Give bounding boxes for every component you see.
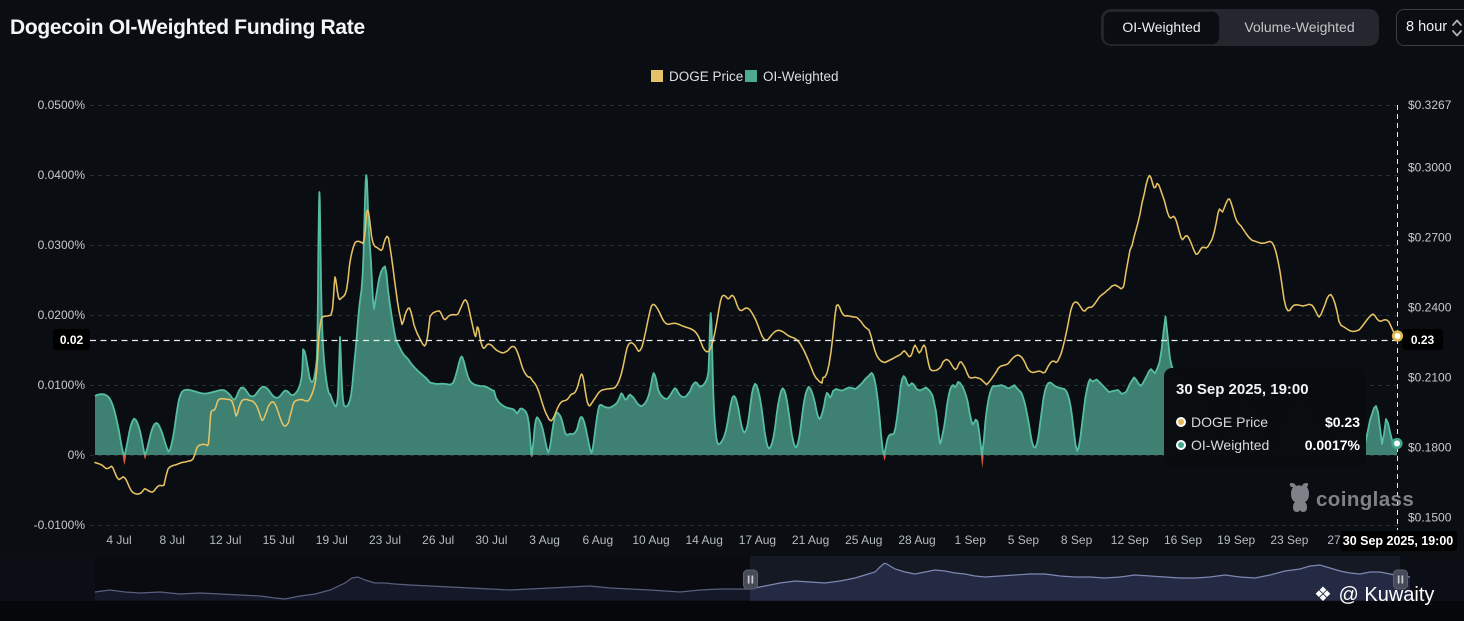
svg-text:19 Sep: 19 Sep [1217,533,1255,547]
svg-text:12 Sep: 12 Sep [1111,533,1149,547]
svg-text:15 Jul: 15 Jul [263,533,295,547]
svg-text:$0.2700: $0.2700 [1408,231,1452,245]
svg-text:$0.3267: $0.3267 [1408,98,1452,112]
svg-text:$0.2100: $0.2100 [1408,371,1452,385]
svg-text:0.0100%: 0.0100% [38,378,86,392]
svg-text:0.0200%: 0.0200% [38,308,86,322]
svg-text:30 Jul: 30 Jul [475,533,507,547]
svg-text:26 Jul: 26 Jul [422,533,454,547]
svg-text:1 Sep: 1 Sep [955,533,987,547]
svg-text:17 Aug: 17 Aug [739,533,776,547]
svg-text:27: 27 [1327,533,1341,547]
svg-text:coinglass: coinglass [1316,488,1414,511]
svg-text:0.02: 0.02 [60,333,84,347]
svg-text:0.0400%: 0.0400% [38,168,86,182]
svg-text:28 Aug: 28 Aug [898,533,935,547]
svg-text:4 Jul: 4 Jul [106,533,131,547]
svg-text:0.23: 0.23 [1411,333,1435,347]
svg-text:-0.0100%: -0.0100% [34,518,86,532]
svg-text:10 Aug: 10 Aug [632,533,669,547]
svg-text:21 Aug: 21 Aug [792,533,829,547]
svg-text:30 Sep 2025, 19:00: 30 Sep 2025, 19:00 [1343,534,1454,548]
svg-text:5 Sep: 5 Sep [1008,533,1040,547]
svg-text:8 Sep: 8 Sep [1061,533,1093,547]
svg-text:0.0500%: 0.0500% [38,98,86,112]
svg-text:23 Sep: 23 Sep [1270,533,1308,547]
svg-text:8 Jul: 8 Jul [160,533,185,547]
svg-text:14 Aug: 14 Aug [686,533,723,547]
svg-text:23 Jul: 23 Jul [369,533,401,547]
svg-text:25 Aug: 25 Aug [845,533,882,547]
svg-text:19 Jul: 19 Jul [316,533,348,547]
svg-text:6 Aug: 6 Aug [582,533,613,547]
svg-text:$0.1800: $0.1800 [1408,441,1452,455]
svg-text:$0.1500: $0.1500 [1408,511,1452,525]
svg-text:0.0300%: 0.0300% [38,238,86,252]
svg-text:16 Sep: 16 Sep [1164,533,1202,547]
svg-text:0%: 0% [68,448,86,462]
svg-text:12 Jul: 12 Jul [209,533,241,547]
svg-text:$0.3000: $0.3000 [1408,161,1452,175]
svg-text:3 Aug: 3 Aug [529,533,560,547]
svg-text:$0.2400: $0.2400 [1408,301,1452,315]
